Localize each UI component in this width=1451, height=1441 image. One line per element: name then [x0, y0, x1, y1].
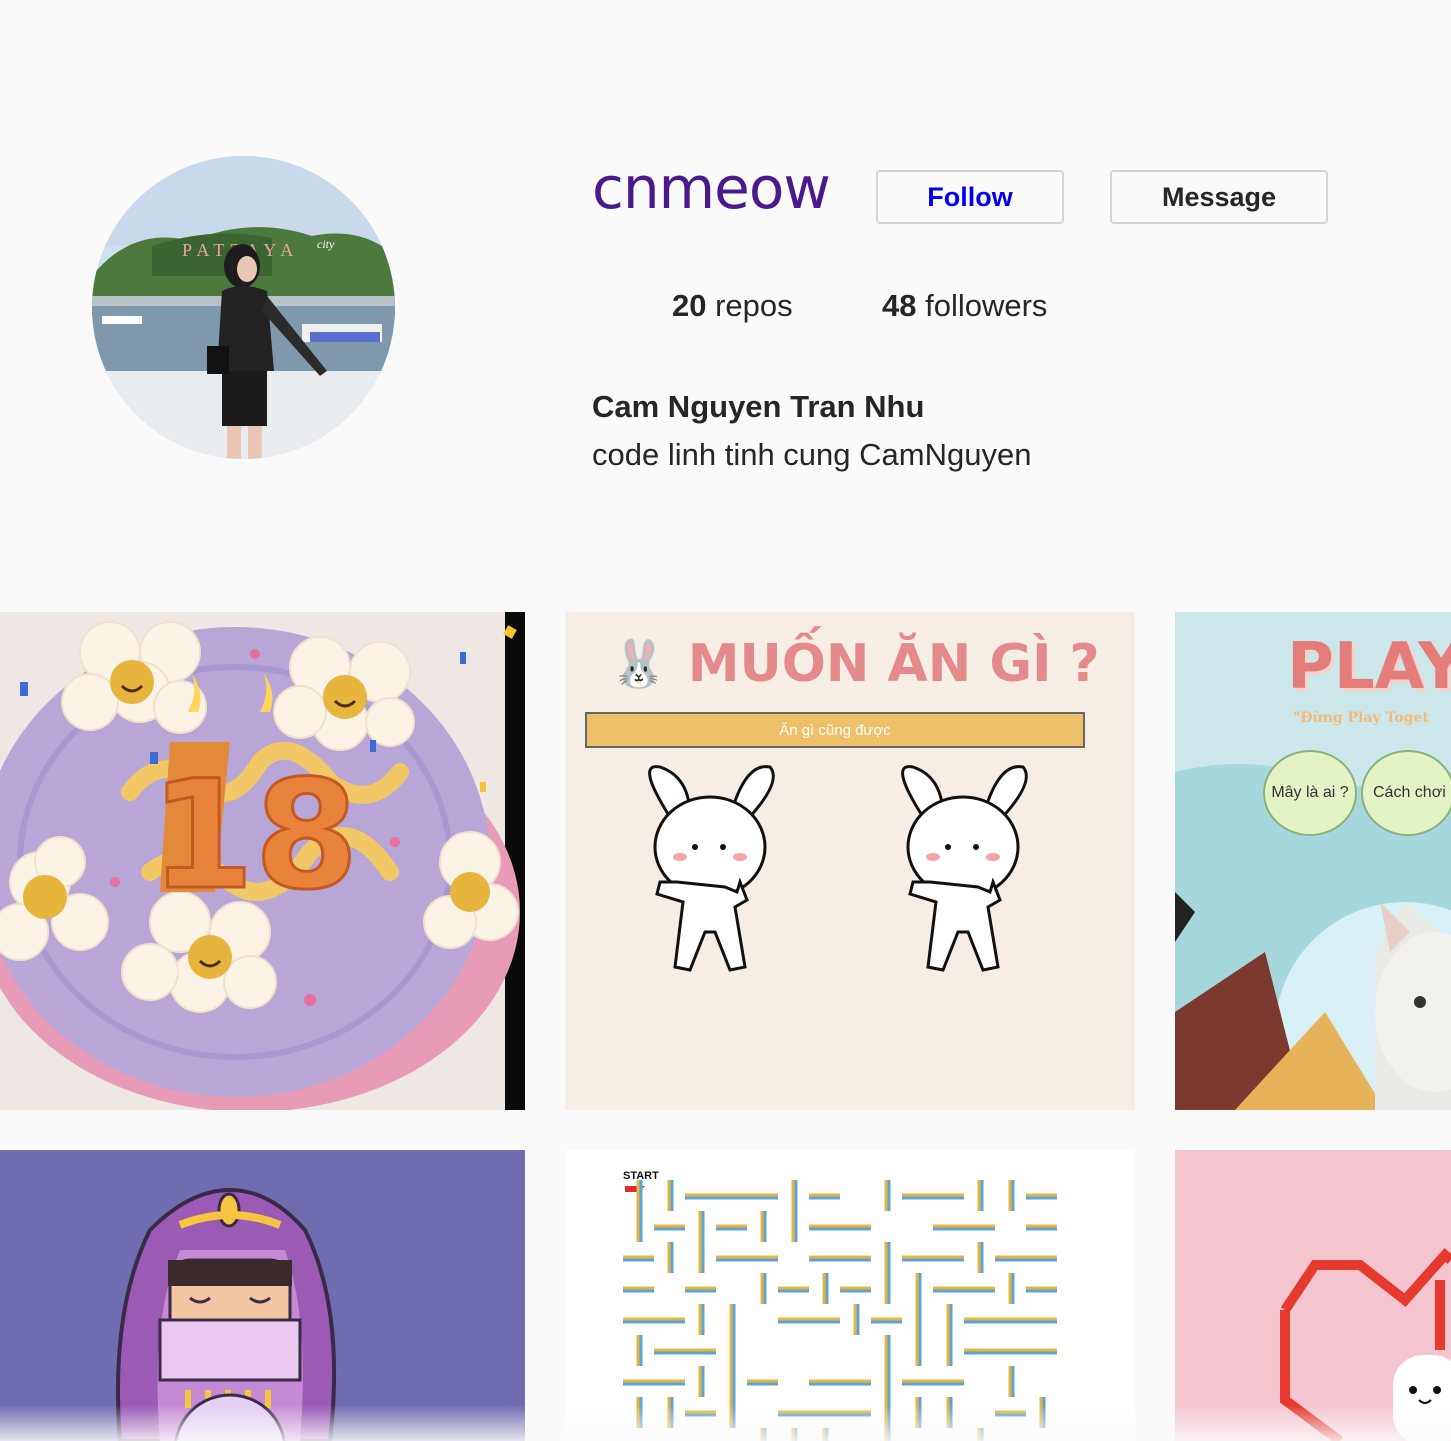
message-button[interactable]: Message: [1110, 170, 1328, 224]
how-to-play-label: Cách chơi: [1373, 784, 1446, 801]
repo-tile-play[interactable]: PLAY "Đừng Play Toget Mây là ai ? Cách c…: [1175, 612, 1451, 1110]
bio: code linh tinh cung CamNguyen: [592, 437, 1032, 472]
followers-stat[interactable]: 48 followers: [882, 288, 1047, 324]
cake-candle-number: 18: [150, 749, 359, 923]
food-title-row: 🐰 MUỐN ĂN GÌ ?: [610, 634, 1130, 694]
maze-grid: [623, 1180, 1057, 1441]
who-is-may-button[interactable]: Mây là ai ?: [1263, 750, 1357, 836]
who-is-may-label: Mây là ai ?: [1271, 784, 1349, 801]
username: cnmeow: [592, 154, 831, 222]
follow-button[interactable]: Follow: [876, 170, 1064, 224]
bunny-emoji-icon: 🐰: [610, 637, 668, 690]
repo-tile-heart[interactable]: [1175, 1150, 1451, 1441]
repo-tile-maze[interactable]: START: [565, 1150, 1135, 1441]
followers-count: 48: [882, 288, 917, 323]
play-subtitle: "Đừng Play Toget: [1293, 710, 1429, 726]
how-to-play-button[interactable]: Cách chơi: [1361, 750, 1451, 836]
followers-label: followers: [925, 288, 1048, 323]
repo-tile-food[interactable]: 🐰 MUỐN ĂN GÌ ? Ăn gì cũng được: [565, 612, 1135, 1110]
repo-tile-birthday[interactable]: 18: [0, 612, 525, 1110]
repos-count: 20: [672, 288, 707, 323]
profile-avatar[interactable]: PATTAYA city: [92, 156, 395, 459]
repo-tile-fortune[interactable]: [0, 1150, 525, 1441]
food-suggestion-text: Ăn gì cũng được: [779, 722, 891, 739]
avatar-sign-small-text: city: [317, 237, 335, 251]
food-title: MUỐN ĂN GÌ ?: [687, 634, 1100, 694]
food-suggestion-bar[interactable]: Ăn gì cũng được: [585, 712, 1085, 748]
repos-label: repos: [715, 288, 793, 323]
repos-stat[interactable]: 20 repos: [672, 288, 793, 324]
play-title: PLAY: [1287, 630, 1451, 704]
full-name: Cam Nguyen Tran Nhu: [592, 389, 925, 424]
